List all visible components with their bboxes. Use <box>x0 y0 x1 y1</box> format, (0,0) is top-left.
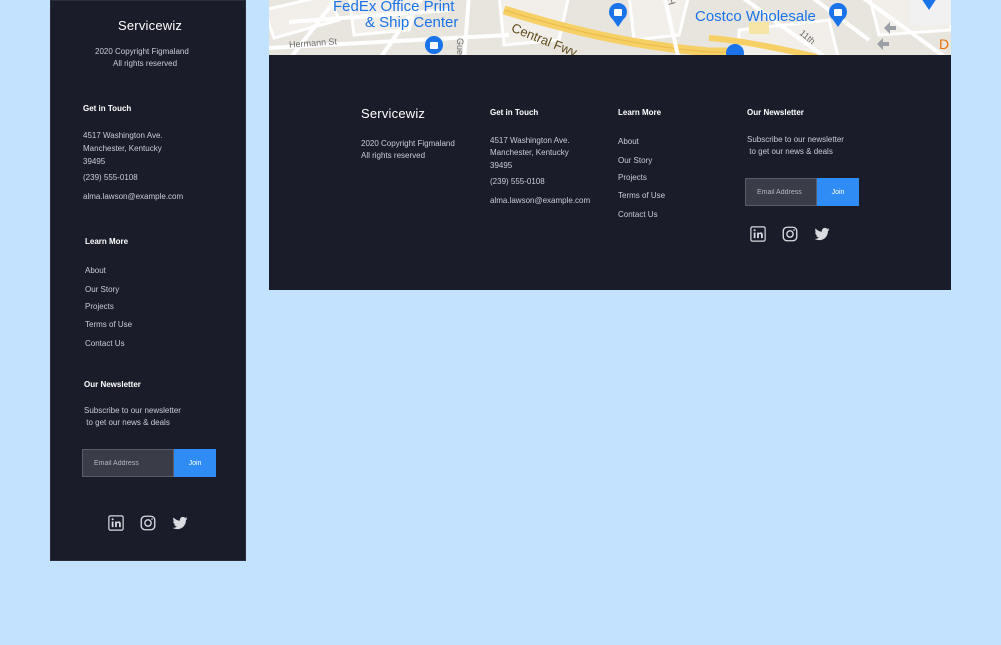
map-label-guerrero: Gue <box>455 38 465 55</box>
phone[interactable]: (239) 555-0108 <box>490 176 545 188</box>
newsletter-text-1: Subscribe to our newsletter <box>747 135 844 144</box>
copyright-line-1: 2020 Copyright Figmaland <box>95 47 189 56</box>
address-line-1: 4517 Washington Ave. <box>83 131 163 140</box>
copyright-line-1: 2020 Copyright Figmaland <box>361 139 455 148</box>
map[interactable]: FedEx Office Print & Ship Center Costco … <box>269 0 951 55</box>
newsletter-text-1: Subscribe to our newsletter <box>84 406 181 415</box>
join-button[interactable]: Join <box>174 449 216 477</box>
newsletter-form: Join <box>745 178 859 206</box>
email[interactable]: alma.lawson@example.com <box>83 191 183 203</box>
copyright-line-2: All rights reserved <box>113 59 178 68</box>
address-line-2: Manchester, Kentucky <box>83 144 162 153</box>
copyright-line-2: All rights reserved <box>361 151 426 160</box>
brand-name[interactable]: Servicewiz <box>118 18 182 33</box>
instagram-icon[interactable] <box>139 514 157 532</box>
instagram-icon[interactable] <box>781 225 799 243</box>
map-label-costco: Costco Wholesale <box>695 8 816 25</box>
newsletter-heading: Our Newsletter <box>747 108 804 117</box>
email-input[interactable] <box>82 449 174 477</box>
social-links <box>107 514 189 532</box>
learn-more-heading: Learn More <box>618 108 662 117</box>
link-about[interactable]: About <box>85 266 106 275</box>
map-label-fedex-1: FedEx Office Print <box>333 0 455 15</box>
mobile-footer: Servicewiz 2020 Copyright Figmaland All … <box>50 0 246 561</box>
contact-heading: Get in Touch <box>83 104 132 113</box>
link-terms[interactable]: Terms of Use <box>85 320 132 329</box>
social-links <box>749 225 831 243</box>
address-line-1: 4517 Washington Ave. <box>490 136 570 145</box>
link-terms[interactable]: Terms of Use <box>618 191 665 200</box>
email-input[interactable] <box>745 178 817 206</box>
newsletter-form: Join <box>82 449 216 477</box>
desktop-footer: Servicewiz 2020 Copyright Figmaland All … <box>269 55 951 290</box>
newsletter-text-2: to get our news & deals <box>747 147 833 156</box>
link-projects[interactable]: Projects <box>85 302 114 311</box>
phone[interactable]: (239) 555-0108 <box>83 172 138 184</box>
linkedin-icon[interactable] <box>749 225 767 243</box>
link-contact-us[interactable]: Contact Us <box>618 210 658 219</box>
email[interactable]: alma.lawson@example.com <box>490 195 590 207</box>
map-label-fedex-2: & Ship Center <box>365 14 459 31</box>
address-line-3: 39495 <box>490 161 513 170</box>
contact-heading: Get in Touch <box>490 108 539 117</box>
map-label-d: D <box>939 36 950 52</box>
address-line-2: Manchester, Kentucky <box>490 148 569 157</box>
twitter-icon[interactable] <box>171 514 189 532</box>
brand-name[interactable]: Servicewiz <box>361 106 425 121</box>
link-our-story[interactable]: Our Story <box>618 156 652 165</box>
newsletter-heading: Our Newsletter <box>84 380 141 389</box>
address-line-3: 39495 <box>83 157 106 166</box>
link-about[interactable]: About <box>618 137 639 146</box>
map-pin-shop[interactable] <box>425 36 443 54</box>
linkedin-icon[interactable] <box>107 514 125 532</box>
join-button[interactable]: Join <box>817 178 859 206</box>
link-our-story[interactable]: Our Story <box>85 285 119 294</box>
newsletter-text-2: to get our news & deals <box>84 418 170 427</box>
link-contact-us[interactable]: Contact Us <box>85 339 125 348</box>
link-projects[interactable]: Projects <box>618 173 647 182</box>
learn-more-heading: Learn More <box>85 237 129 246</box>
twitter-icon[interactable] <box>813 225 831 243</box>
